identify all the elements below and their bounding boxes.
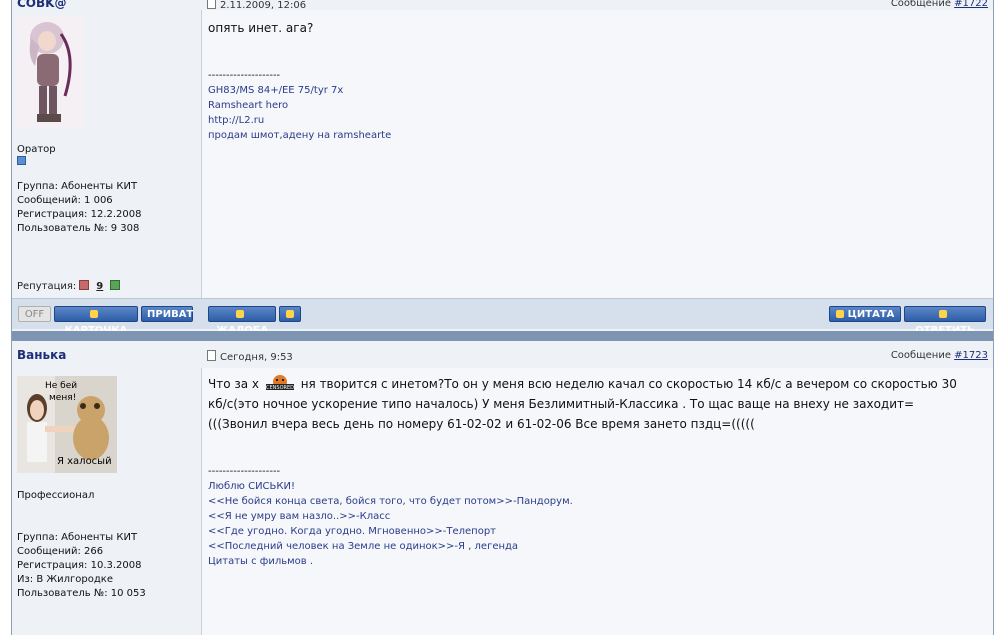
signature-line: Цитаты с фильмов . [208,556,314,567]
post-text: опять инет. ага? [208,21,314,35]
avatar [17,16,84,128]
post-text-line: кб/с(это ночное ускорение типо началось)… [208,397,915,411]
warning-icon [236,310,244,318]
user-meta: Группа: Абоненты КИТ Сообщений: 266 Реги… [17,531,146,601]
post-text: Что за х CENSORED ня творится с инетом?Т… [208,374,988,434]
signature: -------------------- Люблю СИСЬКИ! <<Не … [208,464,573,569]
user-group: Группа: Абоненты КИТ [17,181,138,192]
signature-divider: -------------------- [208,466,281,477]
avatar-image [17,16,84,128]
post-actions-bar: OFF КАРТОЧКА ПРИВАТ ЖАЛОБА ЦИТАТА ОТВЕТИ… [12,298,993,336]
signature-line: Ramsheart hero [208,100,289,111]
scroll-top-button[interactable] [279,306,301,322]
avatar-caption: Не бей [45,381,77,391]
complaint-button[interactable]: ЖАЛОБА [208,306,276,336]
forum-frame: COBK@ 2.11.2009, 12:06 Сообщение #1722 О… [11,0,994,635]
avatar-image: Не бей меня! Я халосый [17,376,117,473]
document-icon [207,0,216,9]
user-from: Из: В Жилгородке [17,574,113,585]
user-number: Пользователь №: 9 308 [17,223,140,234]
profile-card-button[interactable]: КАРТОЧКА [54,306,138,336]
avatar: Не бей меня! Я халосый [17,376,117,473]
plus-icon [835,310,844,318]
message-link[interactable]: #1722 [954,0,988,9]
censored-smiley-icon: CENSORED [265,375,294,391]
user-info-panel: Оратор Группа: Абоненты КИТ Сообщений: 1… [12,10,202,298]
quote-icon [939,310,947,318]
post-text-line: Что за х CENSORED ня творится с инетом?Т… [208,374,988,394]
avatar-caption: Я халосый [57,456,112,467]
user-rank: Оратор [17,144,56,155]
page-edge [996,0,1004,635]
post-date: Сегодня, 9:53 [207,350,293,363]
private-message-button[interactable]: ПРИВАТ [141,306,193,322]
user-icon [90,310,98,318]
post-body: Что за х CENSORED ня творится с инетом?Т… [202,368,993,635]
post-body: опять инет. ага? -------------------- GH… [202,10,993,298]
rep-plus-icon[interactable] [110,280,121,290]
user-group: Группа: Абоненты КИТ [17,532,138,543]
avatar-caption: меня! [49,393,76,403]
quote-button[interactable]: ЦИТАТА [829,306,901,322]
post-separator [12,331,993,341]
signature-link[interactable]: http://L2.ru [208,113,391,128]
user-messages: Сообщений: 266 [17,546,104,557]
user-messages: Сообщений: 1 006 [17,195,113,206]
rank-pip [17,156,26,165]
author-name[interactable]: Ванька [17,348,66,362]
message-prefix: Сообщение [890,350,951,361]
user-number: Пользователь №: 10 053 [17,588,146,599]
message-link[interactable]: #1723 [954,350,988,361]
signature-line: GH83/MS 84+/EE 75/tyr 7x [208,85,344,96]
document-icon [207,350,216,361]
message-prefix: Сообщение [890,0,951,9]
user-registered: Регистрация: 10.3.2008 [17,560,142,571]
author-name[interactable]: COBK@ [17,0,66,10]
reputation-value[interactable]: 9 [96,281,103,292]
message-number: Сообщение #1723 [891,350,988,361]
post-date-text: Сегодня, 9:53 [220,352,293,363]
post-text-part: ня творится с инетом?То он у меня всю не… [300,377,957,391]
user-rank: Профессионал [17,490,95,501]
signature-line: Люблю СИСЬКИ! [208,481,295,492]
user-meta: Группа: Абоненты КИТ Сообщений: 1 006 Ре… [17,180,142,236]
signature: -------------------- GH83/MS 84+/EE 75/t… [208,68,391,143]
post-text-part: Что за х [208,377,260,391]
reputation-label: Репутация: [17,281,77,292]
reply-button[interactable]: ОТВЕТИТЬ [904,306,986,336]
post-text-line: (((Звонил вчера весь день по номеру 61-0… [208,417,755,431]
arrow-up-icon [286,310,294,318]
reputation: Репутация: 9 [17,280,123,292]
signature-line: продам шмот,адену на ramshearte [208,130,392,141]
smiley-label: CENSORED [266,385,294,391]
post-header: COBK@ 2.11.2009, 12:06 Сообщение #1722 [12,0,993,11]
signature-line: <<Последний человек на Земле не одинок>>… [208,541,519,552]
user-registered: Регистрация: 12.2.2008 [17,209,142,220]
signature-line: <<Где угодно. Когда угодно. Мгновенно>>-… [208,526,497,537]
user-info-panel: Не бей меня! Я халосый Профессионал Груп… [12,368,202,635]
signature-line: <<Я не умру вам назло..>>-Класс [208,511,391,522]
rep-minus-icon[interactable] [79,280,90,290]
signature-divider: -------------------- [208,70,281,81]
message-number: Сообщение #1722 [891,0,988,9]
signature-line: <<Не бойся конца света, бойся того, что … [208,496,573,507]
online-status-badge: OFF [18,306,51,322]
quote-label: ЦИТАТА [847,309,895,320]
post-header: Ванька Сегодня, 9:53 Сообщение #1723 [12,341,993,367]
